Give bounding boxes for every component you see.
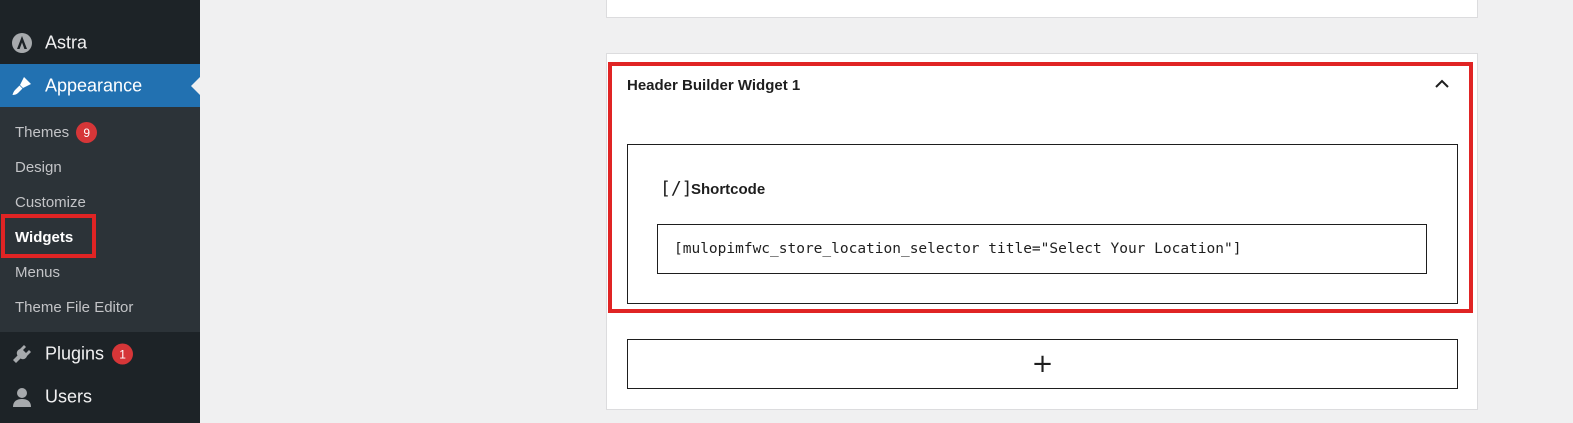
submenu-item-design[interactable]: Design <box>15 159 62 176</box>
current-menu-arrow <box>191 76 200 95</box>
widget-highlight-box <box>608 62 1473 313</box>
menu-item-astra[interactable]: Astra <box>0 21 200 65</box>
plus-icon: + <box>1031 349 1054 379</box>
submenu-item-label: Themes <box>15 124 70 141</box>
add-block-button[interactable]: + <box>627 339 1458 389</box>
menu-item-plugins[interactable]: Plugins 1 <box>0 332 200 376</box>
submenu-item-themes[interactable]: Themes 9 <box>15 122 98 143</box>
submenu-item-label: Design <box>15 159 62 176</box>
submenu-item-label: Customize <box>15 194 86 211</box>
menu-item-label: Astra <box>45 32 88 53</box>
menu-item-label: Appearance <box>45 75 143 95</box>
menu-item-appearance[interactable]: Appearance <box>0 64 200 107</box>
submenu-item-label: Menus <box>15 264 61 281</box>
submenu-item-label: Theme File Editor <box>15 299 134 316</box>
update-count-badge: 1 <box>112 343 134 365</box>
submenu-item-theme-file-editor[interactable]: Theme File Editor <box>15 299 133 316</box>
menu-item-users[interactable]: Users <box>0 375 200 419</box>
menu-item-label: Users <box>45 386 93 407</box>
user-icon <box>10 385 34 409</box>
menu-item-label-wrap: Plugins 1 <box>45 343 134 365</box>
admin-sidebar: Astra Appearance Themes 9 Design Customi… <box>0 0 200 423</box>
menu-item-label: Plugins <box>45 343 105 364</box>
submenu-item-menus[interactable]: Menus <box>15 264 60 281</box>
submenu-item-customize[interactable]: Customize <box>15 194 86 211</box>
astra-logo-icon <box>10 31 34 55</box>
plugin-icon <box>10 342 34 366</box>
update-count-badge: 9 <box>76 122 98 143</box>
paintbrush-icon <box>10 74 34 98</box>
previous-widget-area-panel <box>606 0 1478 18</box>
widgets-highlight-box <box>1 214 96 258</box>
